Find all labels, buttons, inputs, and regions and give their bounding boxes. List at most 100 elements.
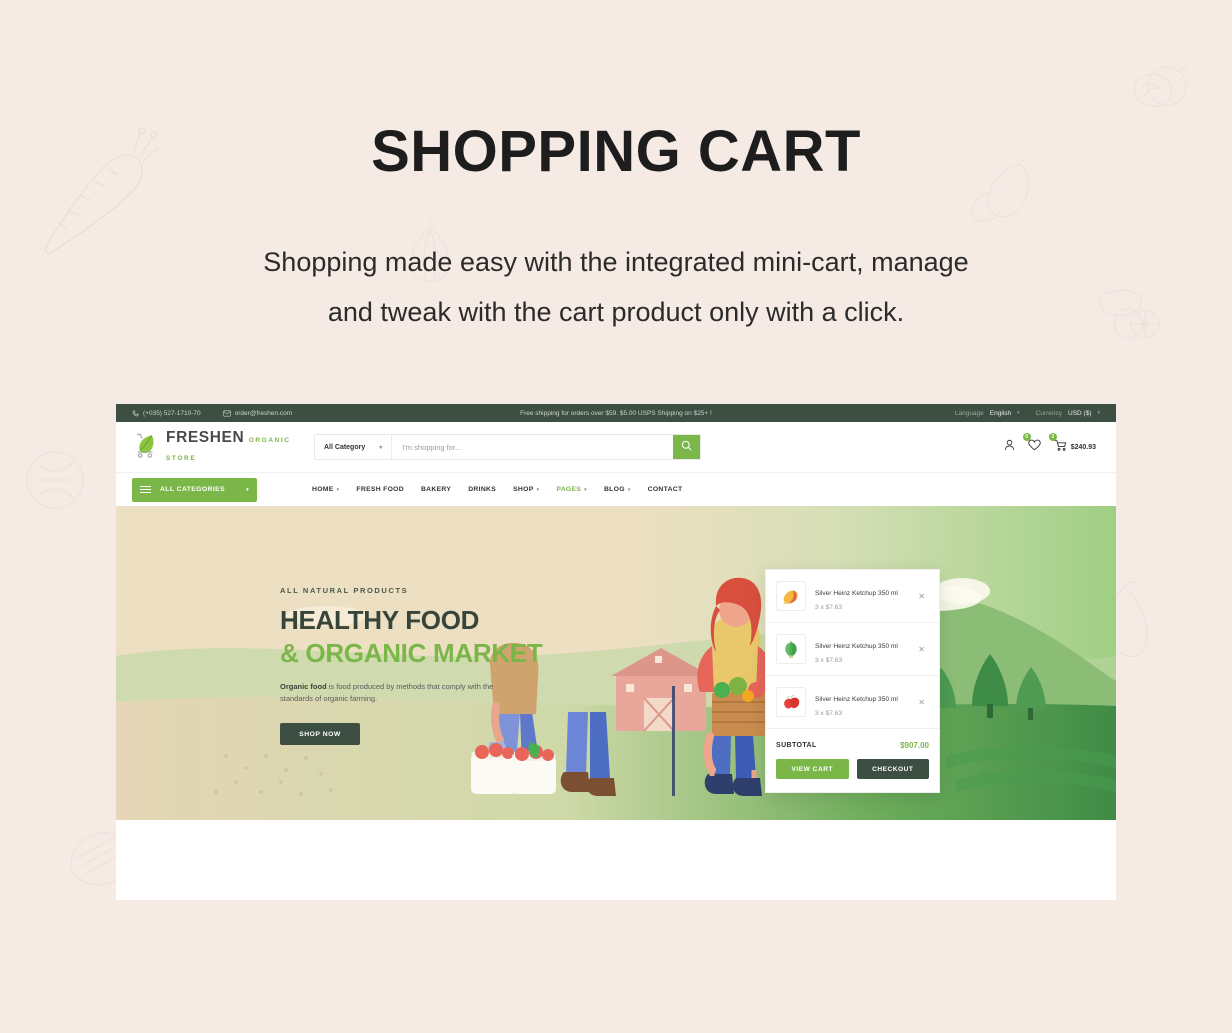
hamburger-icon	[140, 485, 151, 494]
chevron-down-icon[interactable]: ▾	[1097, 410, 1100, 416]
header-actions: 0 3 $240.93	[1004, 433, 1100, 456]
site-logo[interactable]: FRESHEN ORGANIC STORE	[132, 429, 314, 465]
chevron-down-icon: ▾	[584, 486, 587, 493]
mini-cart-item-name: Silver Heinz Ketchup 350 ml	[815, 589, 898, 597]
checkout-button[interactable]: CHECKOUT	[856, 759, 929, 779]
nav-item-label: BLOG	[603, 486, 625, 493]
language-label: Language	[954, 409, 984, 417]
hero-copy: ALL NATURAL PRODUCTS HEALTHY FOOD & ORGA…	[280, 586, 543, 745]
site-preview: (+035) 527-1710-70 order@freshen.com Fre…	[116, 404, 1116, 900]
page-title: SHOPPING CART	[371, 119, 861, 184]
nav-item-label: PAGES	[556, 486, 582, 493]
hero-heading-line1: HEALTHY FOOD	[280, 605, 480, 635]
site-topbar: (+035) 527-1710-70 order@freshen.com Fre…	[116, 404, 1116, 422]
cart-badge: 3	[1048, 433, 1057, 441]
mini-cart-dropdown: Silver Heinz Ketchup 350 ml 3 x $7.63 ✕ …	[765, 569, 940, 793]
mini-cart-item: Silver Heinz Ketchup 350 ml 3 x $7.63 ✕	[766, 676, 939, 729]
search-icon	[681, 438, 692, 456]
nav-item-drinks[interactable]: DRINKS	[468, 486, 496, 493]
currency-label: Currency	[1035, 409, 1062, 417]
site-nav: ALL CATEGORIES ▾ HOME ▾ FRESH FOOD BAKER…	[116, 472, 1116, 506]
chevron-down-icon[interactable]: ▾	[1017, 410, 1020, 416]
nav-item-fresh-food[interactable]: FRESH FOOD	[356, 486, 404, 493]
wishlist-button[interactable]: 0	[1022, 433, 1041, 456]
site-content-area	[116, 820, 1116, 900]
mini-cart-item-name: Silver Heinz Ketchup 350 ml	[815, 695, 898, 703]
envelope-icon	[222, 410, 231, 417]
mango-image	[776, 581, 806, 611]
chevron-down-icon: ▾	[627, 486, 631, 493]
mini-cart-item-qty: 3 x $7.63	[815, 709, 843, 717]
hero-description: Organic food is food produced by methods…	[280, 681, 520, 705]
category-select[interactable]: All Category ▾	[315, 435, 393, 459]
logo-text: FRESHEN ORGANIC STORE	[166, 429, 314, 465]
account-button[interactable]	[1004, 438, 1015, 456]
hero-heading-line2: & ORGANIC MARKET	[280, 638, 543, 668]
shop-now-button[interactable]: SHOP NOW	[280, 723, 360, 745]
chevron-down-icon: ▾	[536, 486, 540, 493]
mini-cart-item-info: Silver Heinz Ketchup 350 ml 3 x $7.63	[815, 688, 905, 717]
all-categories-button[interactable]: ALL CATEGORIES ▾	[132, 477, 257, 502]
currency-value[interactable]: USD ($)	[1068, 410, 1091, 417]
topbar-settings: Language English ▾ Currency USD ($) ▾	[955, 410, 1100, 417]
mini-cart-subtotal: SUBTOTAL $907.00	[766, 729, 939, 759]
leaf-cart-logo-icon	[132, 431, 159, 464]
nav-item-shop[interactable]: SHOP ▾	[513, 486, 539, 493]
mini-cart-actions: VIEW CART CHECKOUT	[766, 759, 939, 792]
site-header: FRESHEN ORGANIC STORE All Category ▾ I'm…	[116, 422, 1116, 472]
nav-item-pages[interactable]: PAGES ▾	[556, 486, 587, 493]
topbar-phone-text: (+035) 527-1710-70	[143, 409, 201, 417]
nav-item-label: FRESH FOOD	[356, 486, 404, 493]
user-icon	[1004, 438, 1015, 456]
mini-cart-item-name: Silver Heinz Ketchup 350 ml	[815, 642, 898, 650]
page-header: SHOPPING CART Shopping made easy with th…	[0, 0, 1232, 337]
all-categories-label: ALL CATEGORIES	[160, 486, 226, 493]
page-subtitle-line1: Shopping made easy with the integrated m…	[263, 247, 969, 277]
close-icon[interactable]: ✕	[914, 592, 929, 601]
nav-links: HOME ▾ FRESH FOOD BAKERY DRINKS SHOP ▾ P…	[312, 486, 682, 493]
mini-cart-item-info: Silver Heinz Ketchup 350 ml 3 x $7.63	[815, 635, 905, 664]
leafy-greens-image	[776, 634, 806, 664]
hero-banner: ALL NATURAL PRODUCTS HEALTHY FOOD & ORGA…	[116, 506, 1116, 820]
vegetable-outline-icon	[15, 440, 95, 515]
heart-icon	[1027, 438, 1041, 456]
hero-description-bold: Organic food	[280, 682, 327, 691]
topbar-email-text: order@freshen.com	[234, 409, 293, 417]
logo-name: FRESHEN	[166, 429, 245, 446]
nav-item-label: HOME	[312, 486, 334, 493]
view-cart-button[interactable]: VIEW CART	[776, 759, 849, 779]
nav-item-label: CONTACT	[647, 486, 683, 493]
hero-eyebrow: ALL NATURAL PRODUCTS	[280, 586, 409, 595]
mini-cart-item: Silver Heinz Ketchup 350 ml 3 x $7.63 ✕	[766, 570, 939, 623]
nav-item-home[interactable]: HOME ▾	[312, 486, 339, 493]
nav-item-blog[interactable]: BLOG ▾	[604, 486, 631, 493]
chevron-down-icon: ▾	[379, 444, 383, 451]
nav-item-contact[interactable]: CONTACT	[648, 486, 683, 493]
phone-icon	[132, 410, 139, 417]
chevron-down-icon: ▾	[246, 486, 249, 493]
nav-item-bakery[interactable]: BAKERY	[421, 486, 451, 493]
search-button[interactable]	[673, 435, 700, 459]
subtotal-value: $907.00	[900, 741, 929, 750]
cart-button[interactable]: 3 $240.93	[1048, 433, 1096, 456]
nav-item-label: BAKERY	[420, 486, 452, 493]
language-value[interactable]: English	[990, 410, 1011, 417]
page-subtitle: Shopping made easy with the integrated m…	[0, 237, 1232, 337]
close-icon[interactable]: ✕	[914, 698, 929, 707]
search-input[interactable]: I'm shopping for...	[392, 443, 673, 452]
topbar-phone[interactable]: (+035) 527-1710-70	[132, 410, 201, 417]
mini-cart-item: Silver Heinz Ketchup 350 ml 3 x $7.63 ✕	[766, 623, 939, 676]
cart-icon	[1054, 438, 1067, 456]
wishlist-badge: 0	[1022, 433, 1031, 441]
topbar-email[interactable]: order@freshen.com	[222, 409, 293, 417]
search-bar: All Category ▾ I'm shopping for...	[314, 434, 701, 460]
farm-illustration	[116, 506, 1116, 820]
subtotal-label: SUBTOTAL	[776, 742, 817, 749]
close-icon[interactable]: ✕	[914, 645, 929, 654]
nav-item-label: SHOP	[513, 486, 534, 493]
nav-item-label: DRINKS	[468, 486, 497, 493]
page-subtitle-line2: and tweak with the cart product only wit…	[327, 297, 905, 327]
mini-cart-item-info: Silver Heinz Ketchup 350 ml 3 x $7.63	[815, 582, 905, 611]
chevron-down-icon: ▾	[336, 486, 340, 493]
cart-amount: $240.93	[1070, 443, 1096, 451]
